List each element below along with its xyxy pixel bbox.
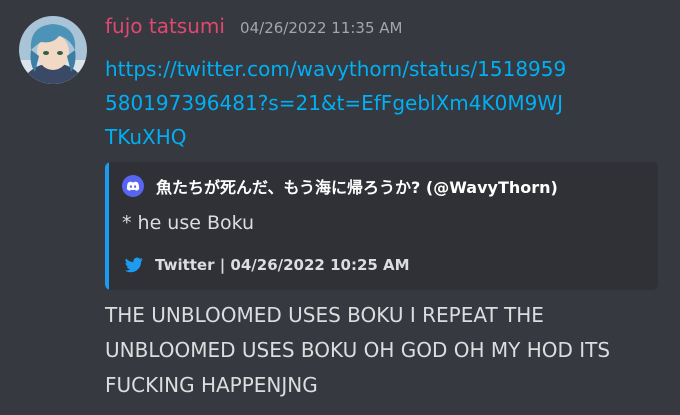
message-content: THE UNBLOOMED USES BOKU I REPEAT THE UNB… xyxy=(105,303,611,397)
discord-icon xyxy=(122,175,144,197)
link-embed: 魚たちが死んだ、もう海に帰ろうか? (@WavyThorn) * he use … xyxy=(105,162,658,290)
chat-message: fujo tatsumi 04/26/2022 11:35 AM https:/… xyxy=(0,0,680,415)
timestamp: 04/26/2022 11:35 AM xyxy=(240,19,403,37)
embed-footer-text: Twitter | 04/26/2022 10:25 AM xyxy=(155,256,410,274)
embed-description: * he use Boku xyxy=(122,212,255,234)
embed-author: 魚たちが死んだ、もう海に帰ろうか? (@WavyThorn) xyxy=(122,174,558,198)
embed-footer: Twitter | 04/26/2022 10:25 AM xyxy=(125,256,410,274)
embed-accent-bar xyxy=(105,162,109,290)
message-header: fujo tatsumi 04/26/2022 11:35 AM xyxy=(105,14,402,38)
avatar[interactable] xyxy=(19,16,87,84)
twitter-icon xyxy=(125,257,143,273)
embed-author-name[interactable]: 魚たちが死んだ、もう海に帰ろうか? (@WavyThorn) xyxy=(156,174,558,198)
author-name[interactable]: fujo tatsumi xyxy=(105,14,225,38)
tweet-link[interactable]: https://twitter.com/wavythorn/status/151… xyxy=(105,52,575,154)
